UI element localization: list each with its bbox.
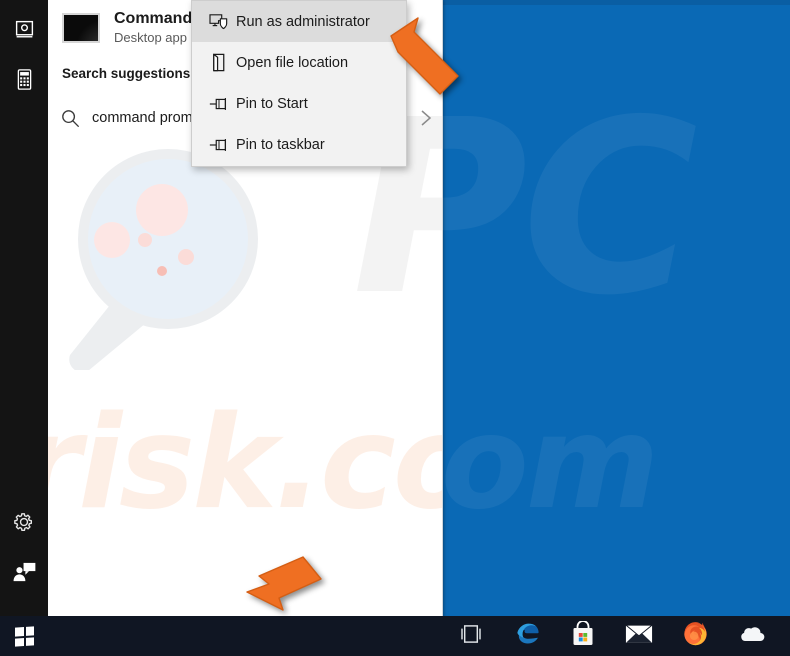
- search-flyout-panel: PC risk.com Command Prompt Desktop app S…: [0, 0, 443, 656]
- menu-item-open-file-location[interactable]: Open file location: [192, 42, 406, 83]
- taskbar: [0, 616, 790, 656]
- firefox-icon: [682, 620, 709, 652]
- arrow-pointing-search-box: [246, 556, 322, 611]
- task-view-button[interactable]: [443, 616, 499, 656]
- chevron-right-icon[interactable]: [409, 109, 442, 127]
- command-prompt-icon: [62, 13, 100, 43]
- arrow-pointing-run-as-administrator: [390, 17, 459, 95]
- rail-item-photos[interactable]: [0, 8, 48, 56]
- taskbar-icon-strip: [443, 616, 790, 656]
- menu-item-pin-to-taskbar[interactable]: Pin to taskbar: [192, 124, 406, 165]
- shield-monitor-icon: [202, 13, 236, 31]
- store-icon: [571, 619, 595, 652]
- edge-button[interactable]: [499, 616, 555, 656]
- menu-item-label: Run as administrator: [236, 13, 370, 30]
- mail-button[interactable]: [611, 616, 667, 656]
- command-prompt-icon-screen: [64, 15, 98, 41]
- photos-icon: [14, 19, 35, 45]
- pin-icon: [202, 96, 236, 112]
- menu-item-pin-to-start[interactable]: Pin to Start: [192, 83, 406, 124]
- rail-item-settings[interactable]: [0, 500, 48, 548]
- firefox-button[interactable]: [667, 616, 723, 656]
- windows-logo-icon: [14, 625, 34, 647]
- menu-item-label: Pin to taskbar: [236, 136, 325, 153]
- search-icon: [48, 109, 92, 128]
- calculator-icon: [17, 69, 32, 95]
- onedrive-icon: [737, 625, 765, 648]
- decorative-magnifier-graphic: [69, 149, 258, 370]
- onedrive-button[interactable]: [723, 616, 779, 656]
- mail-icon: [624, 623, 654, 650]
- menu-item-label: Pin to Start: [236, 95, 308, 112]
- edge-icon: [514, 620, 541, 652]
- search-suggestions-header: Search suggestions: [62, 66, 191, 81]
- store-button[interactable]: [555, 616, 611, 656]
- screen: PC com isk.c Command Prompt Desktop app …: [0, 0, 790, 656]
- task-view-icon: [458, 624, 484, 648]
- rail-item-calculator[interactable]: [0, 58, 48, 106]
- watermark-brand-risk-white: risk.com: [48, 389, 442, 538]
- menu-item-label: Open file location: [236, 54, 349, 71]
- menu-item-run-as-administrator[interactable]: Run as administrator: [192, 1, 406, 42]
- rail-item-feedback[interactable]: [0, 550, 48, 598]
- context-menu: Run as administrator Open file location: [191, 0, 407, 167]
- gear-icon: [13, 511, 35, 538]
- folder-open-icon: [202, 53, 236, 72]
- pin-icon: [202, 137, 236, 153]
- start-button[interactable]: [0, 616, 48, 656]
- search-rail: [0, 0, 48, 616]
- feedback-person-icon: [12, 562, 36, 587]
